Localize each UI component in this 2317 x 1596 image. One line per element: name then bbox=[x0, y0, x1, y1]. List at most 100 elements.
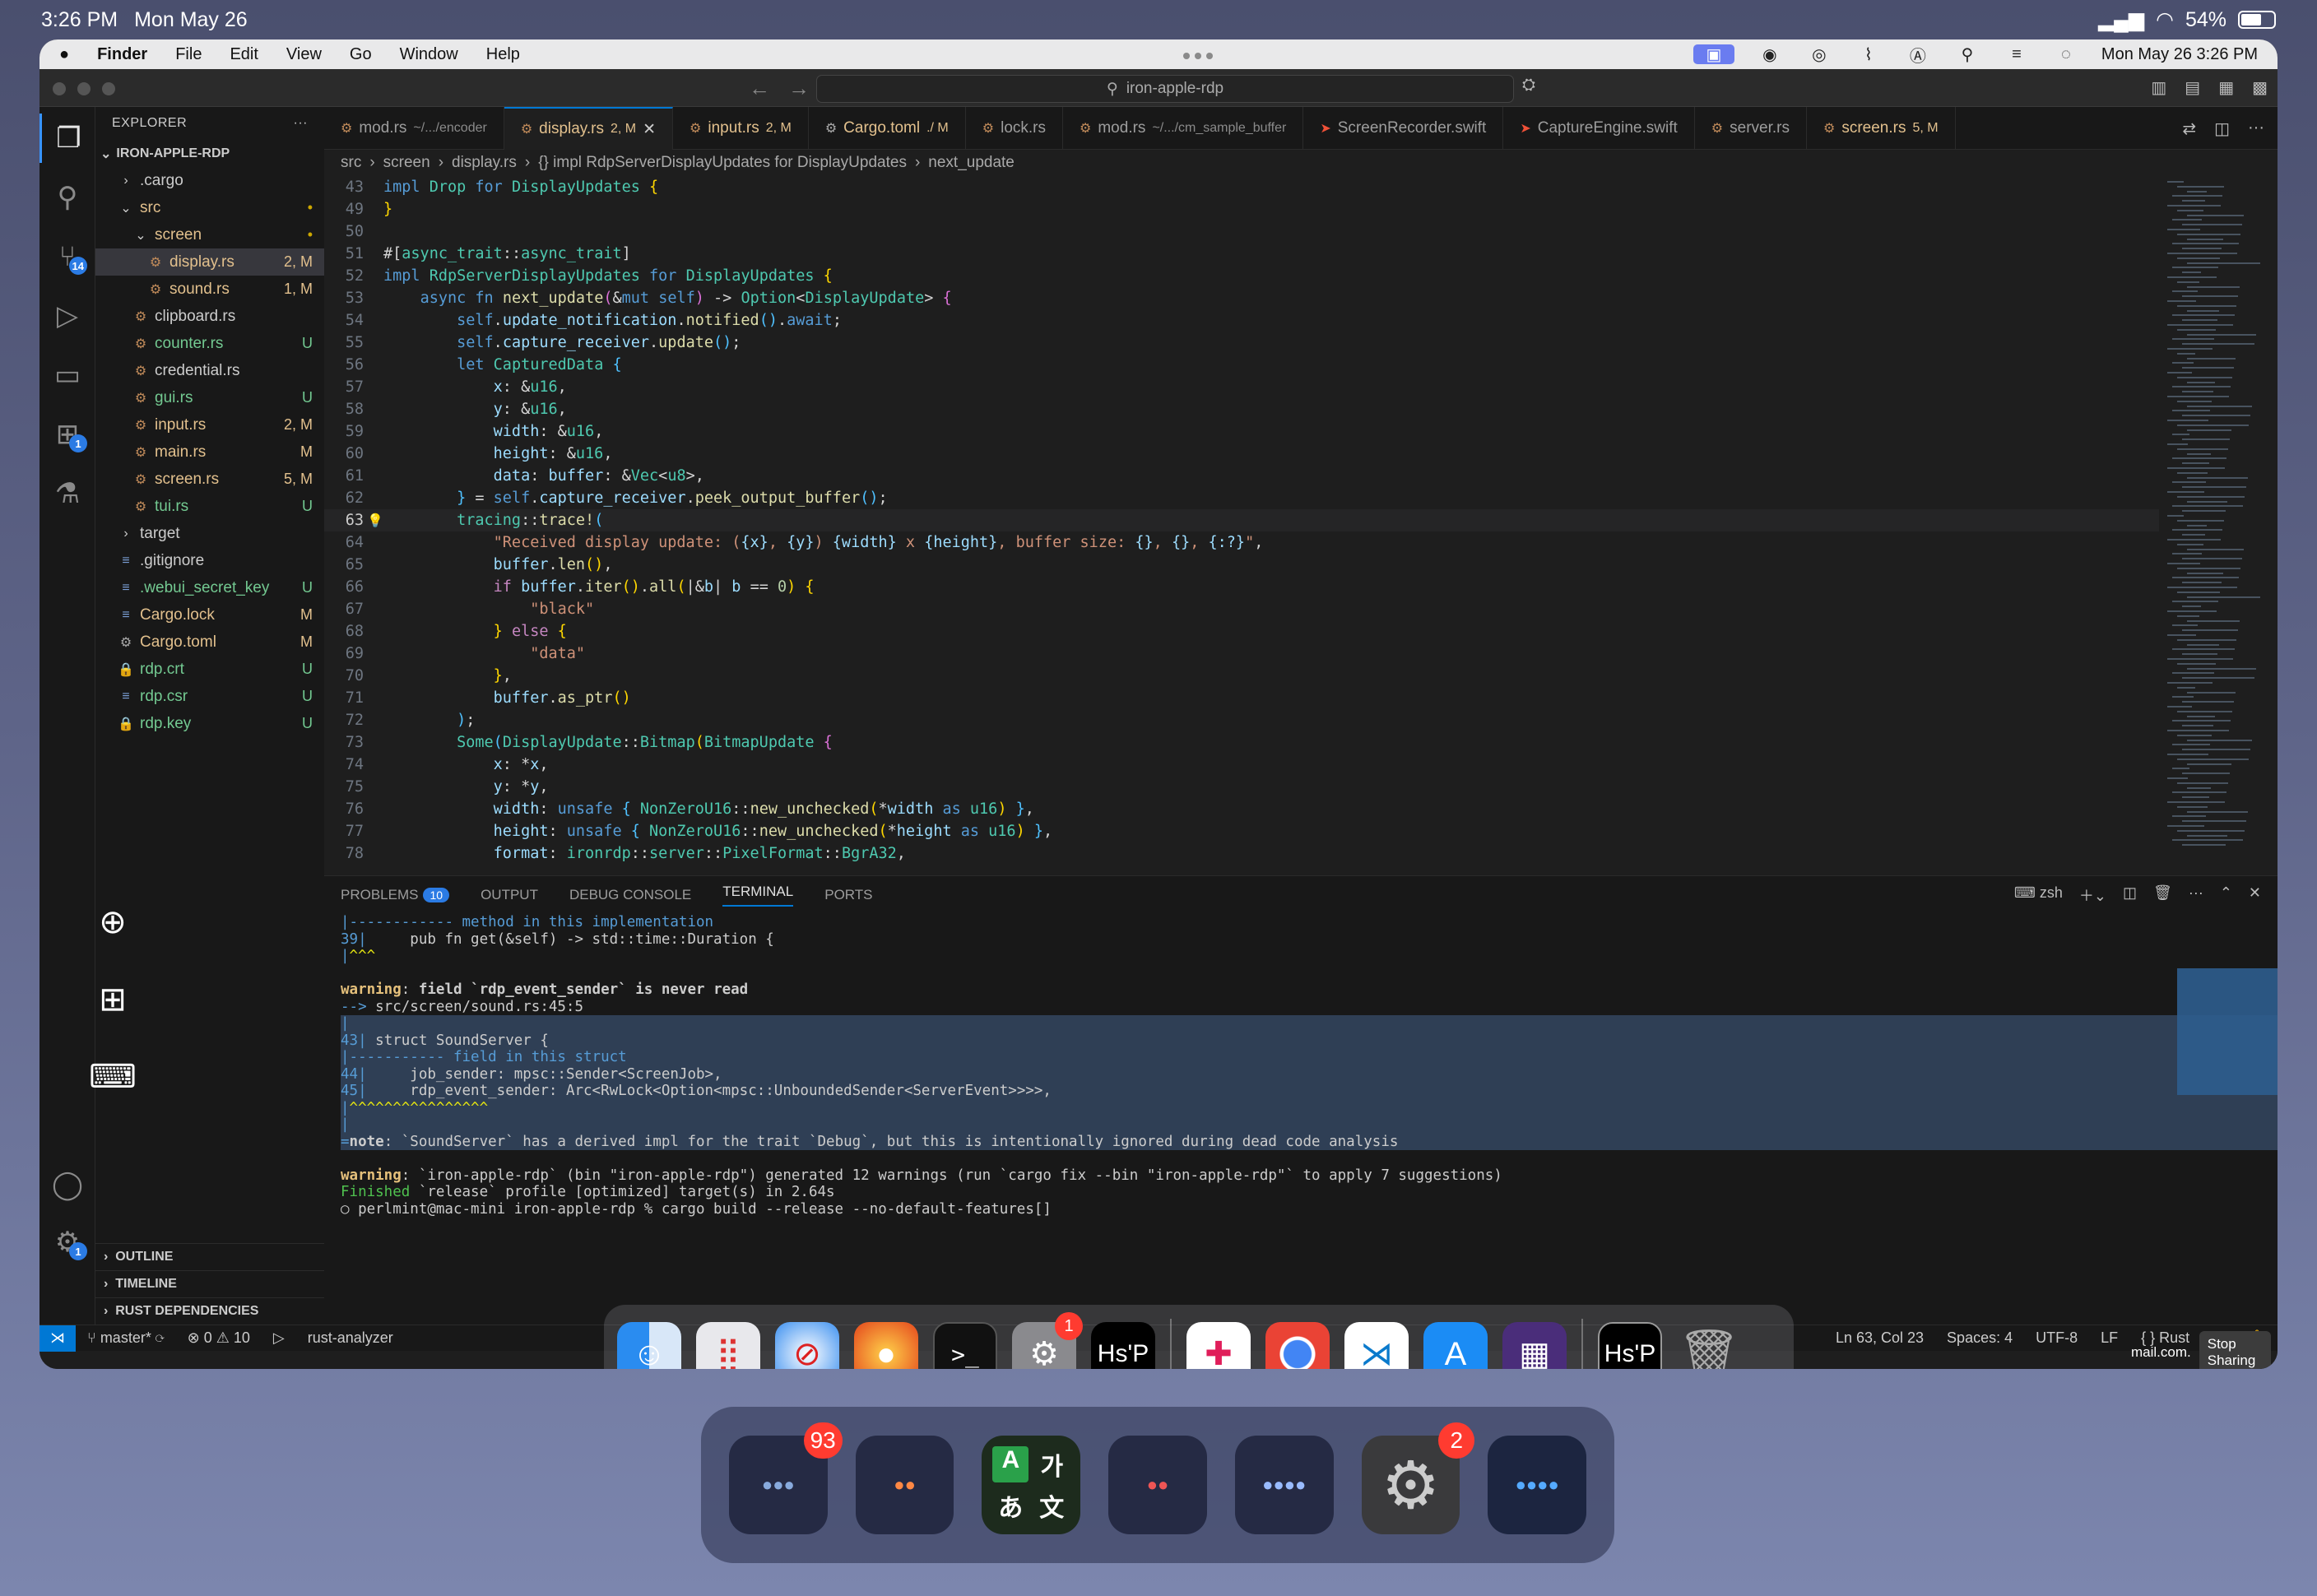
chrome-dock-icon[interactable] bbox=[1265, 1322, 1330, 1369]
code-line[interactable]: 59 width: &u16, bbox=[324, 420, 2159, 443]
file-tree-item[interactable]: ⚙ tui.rs U bbox=[95, 493, 324, 520]
slack-dock-icon[interactable]: ✚ bbox=[1186, 1322, 1251, 1369]
terminal-dock-icon[interactable]: >_ bbox=[933, 1322, 997, 1369]
command-center[interactable]: ⚲ iron-apple-rdp bbox=[816, 75, 1514, 103]
tab-terminal[interactable]: TERMINAL bbox=[722, 884, 794, 907]
spotlight-icon[interactable]: ⚲ bbox=[1953, 44, 1981, 64]
terminal-shell-icon[interactable]: ⌨ zsh bbox=[2014, 884, 2063, 906]
minimap[interactable] bbox=[2161, 176, 2278, 875]
run-debug-icon[interactable]: ▷ bbox=[39, 291, 95, 341]
more-actions-icon[interactable]: ··· bbox=[294, 116, 308, 131]
editor-tab[interactable]: ⚙ screen.rs 5, M bbox=[1807, 107, 1956, 150]
file-tree-item[interactable]: ⚙ screen.rs 5, M bbox=[95, 466, 324, 493]
code-editor[interactable]: 43 impl Drop for DisplayUpdates {49} 50 51 #… bbox=[324, 176, 2159, 875]
rust-dependencies-section[interactable]: › RUST DEPENDENCIES bbox=[95, 1297, 324, 1325]
code-line[interactable]: 70 }, bbox=[324, 665, 2159, 687]
file-tree-item[interactable]: ⚙ display.rs 2, M bbox=[95, 248, 324, 276]
code-line[interactable]: 77 height: unsafe { NonZeroU16::new_unch… bbox=[324, 820, 2159, 842]
rust-analyzer-status[interactable]: rust-analyzer bbox=[296, 1329, 405, 1347]
file-tree-item[interactable]: ≡ .gitignore bbox=[95, 547, 324, 574]
keyboard-icon[interactable]: ⌨ bbox=[89, 1056, 137, 1097]
code-line[interactable]: 53 async fn next_update(&mut self) -> Op… bbox=[324, 287, 2159, 309]
menu-window[interactable]: Window bbox=[400, 45, 458, 64]
launchpad-dock-icon[interactable]: ⣿ bbox=[696, 1322, 760, 1369]
source-control-icon[interactable]: ⑂ 14 bbox=[39, 232, 95, 281]
siri-icon[interactable]: ◌ bbox=[2052, 44, 2080, 64]
ipad-settings-app[interactable]: ⚙ 2 bbox=[1361, 1422, 1475, 1534]
debug-launch-icon[interactable]: ▷ bbox=[262, 1329, 296, 1347]
menu-go[interactable]: Go bbox=[350, 45, 372, 64]
customize-layout-icon[interactable]: ▩ bbox=[2252, 77, 2268, 98]
menu-view[interactable]: View bbox=[286, 45, 322, 64]
app-status-icon[interactable]: ◉ bbox=[1756, 44, 1784, 64]
close-tab-icon[interactable]: ✕ bbox=[643, 120, 656, 139]
code-line[interactable]: 61 data: buffer: &Vec<u8>, bbox=[324, 465, 2159, 487]
file-tree-item[interactable]: ⚙ sound.rs 1, M bbox=[95, 276, 324, 303]
tab-ports[interactable]: PORTS bbox=[824, 887, 872, 903]
manage-gear-icon[interactable]: ⚙ 1 bbox=[39, 1218, 95, 1267]
code-line[interactable]: 63 💡 tracing::trace!( bbox=[324, 509, 2159, 531]
search-view-icon[interactable]: ⚲ bbox=[39, 173, 95, 222]
file-tree-item[interactable]: ⚙ counter.rs U bbox=[95, 330, 324, 357]
code-line[interactable]: 52 impl RdpServerDisplayUpdates for Displ… bbox=[324, 265, 2159, 287]
code-line[interactable]: 55 self.capture_receiver.update(); bbox=[324, 332, 2159, 354]
file-tree-item[interactable]: ⚙ credential.rs bbox=[95, 357, 324, 384]
code-line[interactable]: 72 ); bbox=[324, 709, 2159, 731]
branch-indicator[interactable]: ⑂ master* ⟳ bbox=[76, 1329, 176, 1347]
app-store-dock-icon[interactable]: A bbox=[1423, 1322, 1488, 1369]
file-tree-item[interactable]: ≡ rdp.csr U bbox=[95, 683, 324, 710]
code-line[interactable]: 71 buffer.as_ptr() bbox=[324, 687, 2159, 709]
remote-desktop-window[interactable]: ● Finder File Edit View Go Window Help ▣… bbox=[39, 39, 2278, 1369]
wifi-off-icon[interactable]: ⌇ bbox=[1855, 44, 1883, 64]
maximize-panel-icon[interactable]: ⌃ bbox=[2220, 884, 2232, 906]
editor-tab[interactable]: ⚙ Cargo.toml ./ M bbox=[809, 107, 966, 150]
breadcrumb-file[interactable]: display.rs bbox=[452, 154, 517, 172]
extensions-icon[interactable]: ⊞ 1 bbox=[39, 410, 95, 459]
editor-tab[interactable]: ⚙ input.rs 2, M bbox=[673, 107, 809, 150]
editor-tab[interactable]: ⚙ mod.rs ~/.../encoder bbox=[324, 107, 504, 150]
code-line[interactable]: 68 } else { bbox=[324, 620, 2159, 643]
breadcrumb-screen[interactable]: screen bbox=[383, 154, 430, 172]
hsp-dock-icon[interactable]: Hs'P bbox=[1091, 1322, 1155, 1369]
windows-start-icon[interactable]: ⊞ bbox=[91, 979, 135, 1020]
indentation[interactable]: Spaces: 4 bbox=[1935, 1329, 2024, 1347]
file-tree-item[interactable]: › .cargo bbox=[95, 167, 324, 194]
vscode-dock-icon[interactable]: ⋊ bbox=[1344, 1322, 1409, 1369]
hsp-dock-icon-2[interactable]: Hs'P bbox=[1598, 1322, 1662, 1369]
split-terminal-icon[interactable]: ◫ bbox=[2123, 884, 2137, 906]
code-line[interactable]: 76 width: unsafe { NonZeroU16::new_unche… bbox=[324, 798, 2159, 820]
outline-section[interactable]: › OUTLINE bbox=[95, 1243, 324, 1270]
code-line[interactable]: 65 buffer.len(), bbox=[324, 554, 2159, 576]
app-group-4[interactable]: ●●●● bbox=[1234, 1436, 1334, 1534]
encoding[interactable]: UTF-8 bbox=[2024, 1329, 2089, 1347]
editor-tab[interactable]: ➤ ScreenRecorder.swift bbox=[1303, 107, 1504, 150]
code-line[interactable]: 51 #[async_trait::async_trait] bbox=[324, 243, 2159, 265]
apple-menu-icon[interactable]: ● bbox=[59, 45, 69, 64]
zoom-in-icon[interactable]: ⊕ bbox=[91, 902, 135, 943]
menu-help[interactable]: Help bbox=[486, 45, 520, 64]
screen-share-icon[interactable]: ▣ bbox=[1692, 44, 1734, 64]
code-line[interactable]: 49} bbox=[324, 198, 2159, 220]
timeline-section[interactable]: › TIMELINE bbox=[95, 1270, 324, 1297]
trash-dock-icon[interactable]: 🗑 bbox=[1677, 1322, 1741, 1370]
safari-dock-icon[interactable]: ⊘ bbox=[775, 1322, 839, 1369]
remote-indicator-icon[interactable]: ⋊ bbox=[39, 1325, 76, 1352]
explorer-root-folder[interactable]: ⌄ IRON-APPLE-RDP bbox=[95, 140, 324, 167]
cursor-position[interactable]: Ln 63, Col 23 bbox=[1824, 1329, 1935, 1347]
file-tree-item[interactable]: ≡ .webui_secret_key U bbox=[95, 574, 324, 601]
control-center-icon[interactable]: ≡ bbox=[2003, 44, 2031, 64]
editor-tab[interactable]: ⚙ display.rs 2, M ✕ bbox=[504, 107, 674, 150]
input-source-icon[interactable]: Ⓐ bbox=[1904, 44, 1932, 66]
remote-explorer-icon[interactable]: ▭ bbox=[39, 350, 95, 400]
file-tree-item[interactable]: ≡ Cargo.lock M bbox=[95, 601, 324, 629]
compare-changes-icon[interactable]: ⇄ bbox=[2182, 118, 2196, 139]
code-line[interactable]: 67 "black" bbox=[324, 598, 2159, 620]
window-grabber[interactable] bbox=[1183, 53, 1216, 59]
finder-dock-icon[interactable]: ☺ bbox=[617, 1322, 681, 1369]
breadcrumb-impl[interactable]: {} impl RdpServerDisplayUpdates for Disp… bbox=[538, 154, 907, 172]
file-tree-item[interactable]: ⌄ screen • bbox=[95, 221, 324, 248]
firefox-dock-icon[interactable]: ● bbox=[854, 1322, 918, 1369]
breadcrumb-src[interactable]: src bbox=[341, 154, 361, 172]
menu-edit[interactable]: Edit bbox=[230, 45, 258, 64]
lightbulb-icon[interactable]: 💡 bbox=[367, 513, 383, 528]
